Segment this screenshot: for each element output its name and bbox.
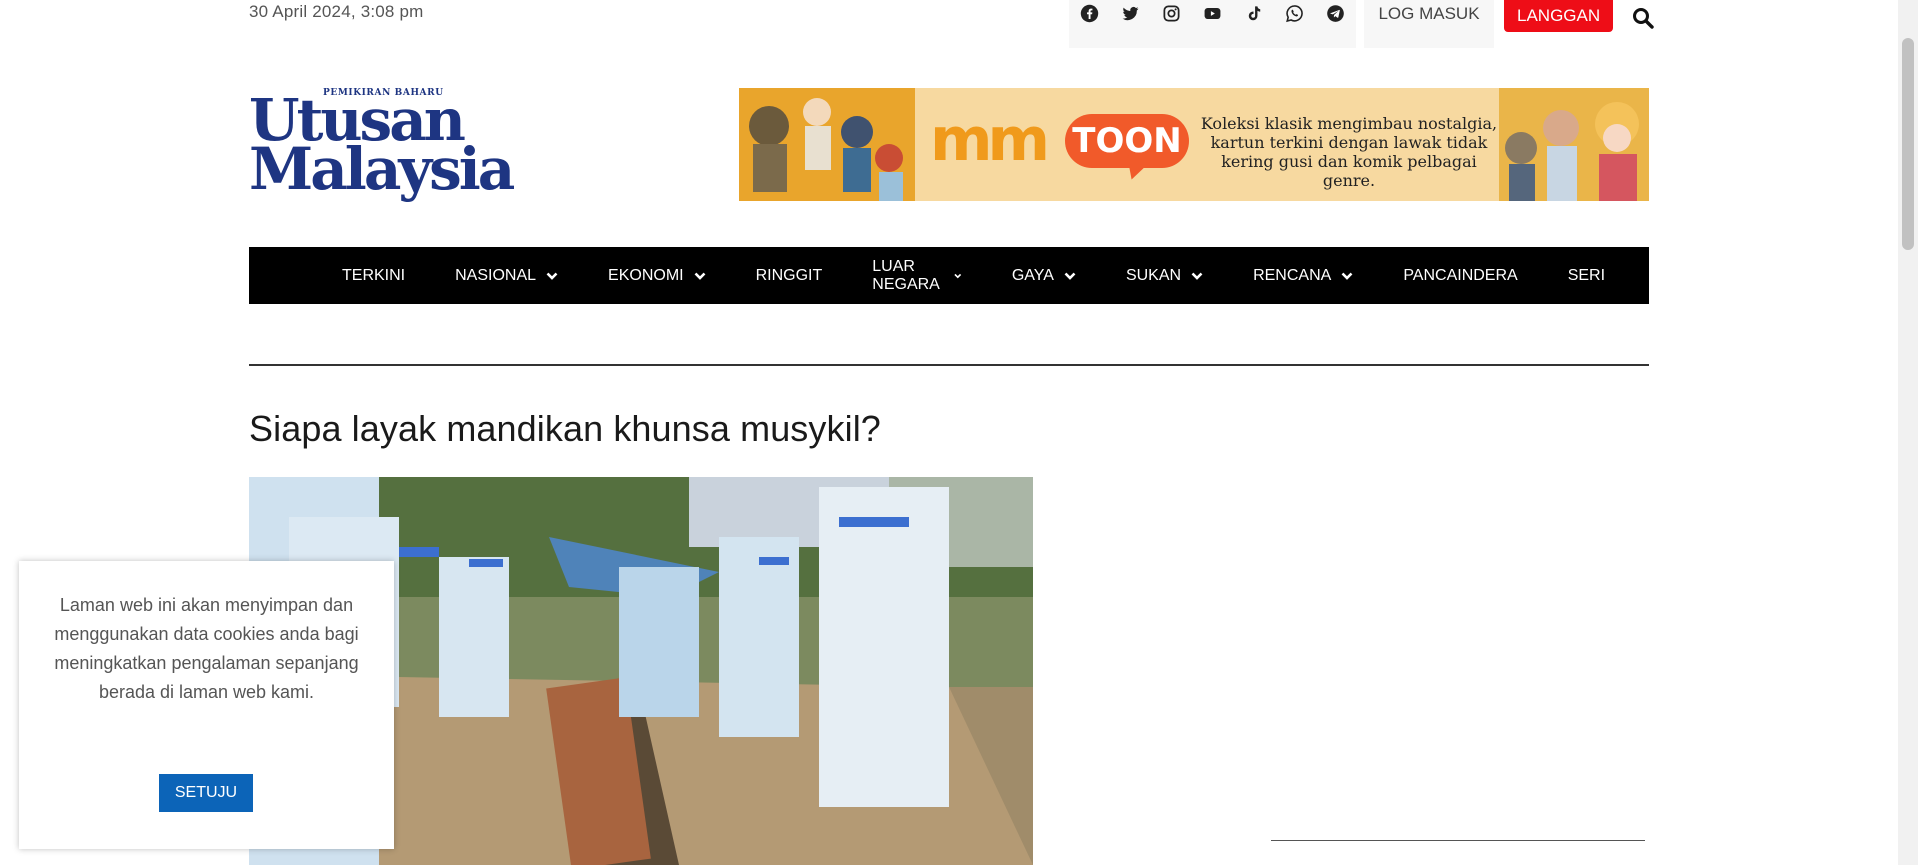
chevron-down-icon xyxy=(1341,272,1353,280)
nav-item-pancaindera[interactable]: PANCAINDERA xyxy=(1403,267,1517,285)
cookie-consent-dialog: Laman web ini akan menyimpan dan menggun… xyxy=(19,561,394,849)
banner-cartoon-characters-image xyxy=(739,88,915,201)
site-logo[interactable]: PEMIKIRAN BAHARU Utusan Malaysia xyxy=(249,88,525,208)
banner-manga-characters-image xyxy=(1499,88,1649,201)
nav-item-rencana[interactable]: RENCANA xyxy=(1253,267,1353,285)
whatsapp-icon[interactable] xyxy=(1274,0,1315,48)
tiktok-icon[interactable] xyxy=(1233,0,1274,48)
nav-item-label: SERI xyxy=(1567,266,1606,284)
nav-item-gaya[interactable]: GAYA xyxy=(1012,267,1076,285)
nav-item-sukan[interactable]: SUKAN xyxy=(1126,267,1203,285)
nav-item-label: NASIONAL xyxy=(455,266,537,284)
main-navigation: TERKINI NASIONAL EKONOMI RINGGIT LUAR NE… xyxy=(249,247,1649,304)
accept-cookies-button[interactable]: SETUJU xyxy=(159,774,253,812)
sidebar-divider xyxy=(1271,840,1645,841)
current-date: 30 April 2024, 3:08 pm xyxy=(249,2,424,21)
cookie-message: Laman web ini akan menyimpan dan menggun… xyxy=(54,595,359,702)
nav-item-label: LUAR NEGARA xyxy=(872,257,940,293)
chevron-down-icon xyxy=(1191,272,1203,280)
advertisement-banner[interactable]: mm TOON Koleksi klasik mengimbau nostalg… xyxy=(739,88,1649,201)
nav-item-seri[interactable]: SERI xyxy=(1568,267,1605,285)
nav-item-label: SUKAN xyxy=(1125,266,1182,284)
nav-item-label: GAYA xyxy=(1011,266,1054,284)
telegram-icon[interactable] xyxy=(1315,0,1356,48)
chevron-down-icon xyxy=(546,272,558,280)
chevron-down-icon xyxy=(694,272,706,280)
login-link[interactable]: LOG MASUK xyxy=(1364,0,1494,48)
nav-item-ringgit[interactable]: RINGGIT xyxy=(756,267,823,285)
article-title: Siapa layak mandikan khunsa musykil? xyxy=(249,408,881,449)
banner-brand-mm: mm xyxy=(930,105,1050,175)
nav-item-terkini[interactable]: TERKINI xyxy=(342,267,405,285)
nav-item-label: RINGGIT xyxy=(755,266,823,284)
nav-item-label: PANCAINDERA xyxy=(1403,266,1518,284)
logo-line-2: Malaysia xyxy=(249,135,515,203)
instagram-icon[interactable] xyxy=(1151,0,1192,48)
social-bar: LOG MASUK LANGGAN xyxy=(1069,0,1655,50)
nav-item-label: TERKINI xyxy=(342,266,406,284)
nav-item-label: RENCANA xyxy=(1253,266,1332,284)
subscribe-button[interactable]: LANGGAN xyxy=(1504,0,1614,32)
facebook-icon[interactable] xyxy=(1069,0,1110,48)
twitter-icon[interactable] xyxy=(1110,0,1151,48)
youtube-icon[interactable] xyxy=(1192,0,1233,48)
nav-item-luar-negara[interactable]: LUAR NEGARA xyxy=(872,258,962,294)
chevron-down-icon xyxy=(1064,272,1076,280)
nav-item-label: EKONOMI xyxy=(608,266,684,284)
section-divider xyxy=(249,364,1649,366)
chevron-down-icon xyxy=(954,273,962,278)
banner-text: Koleksi klasik mengimbau nostalgia, kart… xyxy=(1200,114,1498,190)
scrollbar-thumb[interactable] xyxy=(1902,38,1914,250)
search-icon[interactable] xyxy=(1631,6,1655,30)
page-scrollbar[interactable] xyxy=(1898,0,1918,865)
nav-item-ekonomi[interactable]: EKONOMI xyxy=(608,267,706,285)
nav-item-nasional[interactable]: NASIONAL xyxy=(455,267,558,285)
